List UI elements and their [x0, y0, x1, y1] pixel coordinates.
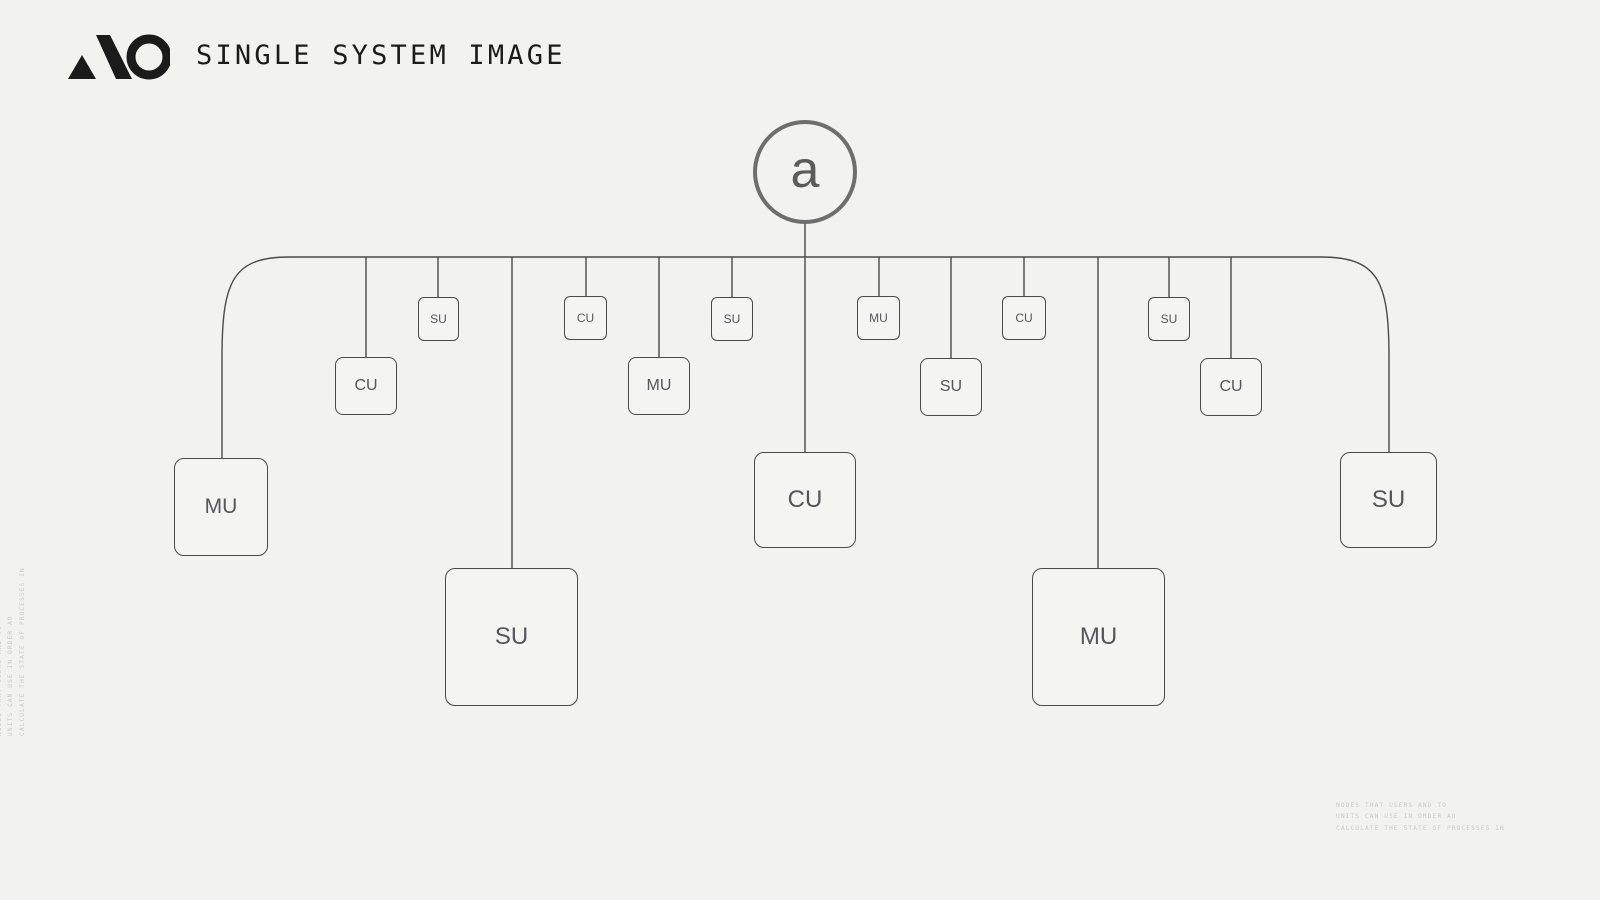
- node-box-su-12[interactable]: SU: [1148, 297, 1190, 341]
- node-box-cu-13[interactable]: CU: [1200, 358, 1262, 416]
- node-box-label: CU: [576, 311, 595, 325]
- edge-curve-right: [1319, 256, 1390, 452]
- node-box-label: SU: [939, 378, 963, 395]
- node-box-su-9[interactable]: SU: [920, 358, 982, 416]
- node-box-mu-11[interactable]: MU: [1032, 568, 1165, 706]
- node-box-label: SU: [723, 312, 741, 326]
- node-box-su-14[interactable]: SU: [1340, 452, 1437, 548]
- node-box-cu-7[interactable]: CU: [754, 452, 856, 548]
- node-box-label: CU: [1219, 378, 1243, 395]
- node-box-label: SU: [430, 312, 447, 326]
- node-box-cu-10[interactable]: CU: [1002, 296, 1046, 340]
- node-box-label: SU: [1160, 312, 1178, 326]
- node-box-label: SU: [494, 623, 529, 650]
- node-box-cu-1[interactable]: CU: [335, 357, 397, 415]
- watermark-line: NODES THAT USERS AND TO: [1336, 802, 1447, 809]
- node-box-label: MU: [1079, 623, 1118, 650]
- edge-curve-left: [221, 256, 291, 458]
- node-box-su-2[interactable]: SU: [418, 297, 459, 341]
- node-box-cu-4[interactable]: CU: [564, 296, 607, 340]
- node-box-su-3[interactable]: SU: [445, 568, 578, 706]
- node-box-label: MU: [204, 495, 238, 518]
- root-node-label: a: [790, 141, 820, 199]
- watermark-line: UNITS CAN USE IN ORDER AO: [7, 615, 15, 736]
- watermark-line: CALCULATE THE STATE OF PROCESSES IN: [18, 567, 26, 736]
- watermark-bottom-right: NODES THAT USERS AND TO UNITS CAN USE IN…: [1336, 800, 1505, 834]
- watermark-left: NODES THAT USERS AND TO UNITS CAN USE IN…: [0, 567, 28, 736]
- node-box-su-6[interactable]: SU: [711, 297, 753, 341]
- root-node[interactable]: a: [753, 120, 857, 224]
- node-box-mu-8[interactable]: MU: [857, 296, 900, 340]
- node-box-mu-0[interactable]: MU: [174, 458, 268, 556]
- node-box-label: MU: [869, 311, 888, 325]
- node-box-label: SU: [1371, 486, 1406, 513]
- node-box-label: CU: [1015, 311, 1033, 325]
- node-box-mu-5[interactable]: MU: [628, 357, 690, 415]
- watermark-line: UNITS CAN USE IN ORDER AO: [1336, 813, 1457, 821]
- node-box-label: CU: [354, 377, 378, 394]
- node-box-label: MU: [646, 377, 672, 394]
- watermark-line: CALCULATE THE STATE OF PROCESSES IN: [1336, 824, 1505, 832]
- node-box-label: CU: [787, 486, 823, 513]
